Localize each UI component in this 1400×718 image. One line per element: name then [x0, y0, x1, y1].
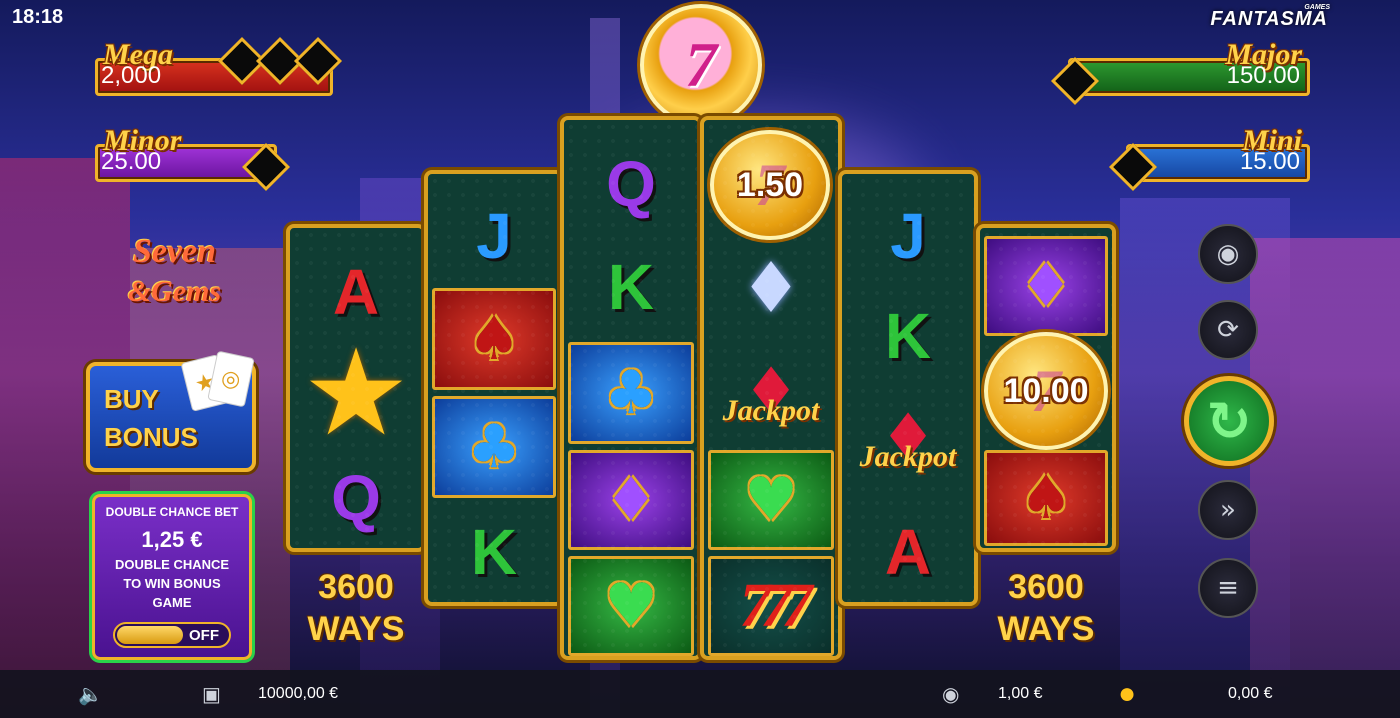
ways-label-left: 3600 WAYS [307, 568, 405, 648]
heart-symbol: ♥ [568, 556, 694, 656]
jackpot-minor-value: 25.00 [101, 148, 162, 175]
gold-coins-icon: ● [1118, 677, 1137, 710]
reel-1: A ★ Q [286, 224, 426, 552]
heart-symbol: ♥ [708, 450, 834, 550]
speaker-icon: 🔈 [78, 683, 103, 706]
coins-stack-icon: ◉ [1216, 239, 1240, 269]
diamond-symbol: ♦ [739, 247, 803, 329]
club-symbol: ♣ [432, 396, 556, 498]
reel-symbol: Q [606, 148, 656, 220]
balance-value: 10000,00 € [258, 685, 339, 702]
bet-coins-button[interactable]: ◉ [1198, 224, 1258, 284]
diamond-suit-symbol: ♦ [984, 236, 1108, 336]
reel-symbol: J [890, 200, 926, 272]
jackpot-mega: Mega 2,000 [95, 36, 343, 96]
buy-bonus-button[interactable]: BUY BONUS ★ ◎ [86, 350, 256, 472]
top-seven-coin: 7 [640, 4, 762, 126]
reel-3: Q K ♣ ♦ ♥ [560, 116, 702, 660]
cards-icon: ★ ◎ [180, 350, 256, 412]
reel-2: J ♠ ♣ K [424, 170, 564, 606]
autoplay-button[interactable]: ⟳ [1198, 300, 1258, 360]
coin-symbol: 7 10.00 [984, 332, 1108, 450]
turbo-button[interactable]: » [1198, 480, 1258, 540]
jackpot-minor: Minor 25.00 [95, 124, 291, 192]
turbo-icon: » [1220, 495, 1236, 525]
double-chance-amount: 1,25 € [141, 527, 203, 552]
spade-symbol: ♠ [984, 450, 1108, 546]
wallet-icon: ▣ [202, 683, 221, 706]
autoplay-icon: ⟳ [1217, 315, 1239, 345]
brand-logo: FANTASMA GAMES [1210, 4, 1330, 30]
coin-symbol: 7 1.50 [710, 130, 830, 240]
jackpot-symbol: ♦ Jackpot [722, 355, 820, 429]
spin-icon: ↻ [1206, 389, 1252, 453]
sound-button[interactable]: 🔈 [78, 670, 103, 718]
reel-symbol: A [884, 516, 932, 588]
ways-label-right: 3600 WAYS [997, 568, 1095, 648]
menu-button[interactable]: ≡ [1198, 558, 1258, 618]
reel-4: 7 1.50 ♦ ♦ Jackpot ♥ 777 [700, 116, 842, 660]
jackpot-mini: Mini 15.00 [1108, 124, 1310, 192]
jackpot-mega-value: 2,000 [101, 62, 162, 89]
jackpot-major-value: 150.00 [1226, 62, 1300, 89]
club-symbol: ♣ [568, 342, 694, 444]
reel-5: J K ♦ Jackpot A [838, 170, 978, 606]
diamond-suit-symbol: ♦ [568, 450, 694, 550]
game-logo: Seven &Gems [127, 233, 222, 308]
jackpot-symbol: ♦ Jackpot [859, 401, 957, 475]
reel-symbol: K [884, 300, 932, 372]
reel-symbol: K [607, 251, 655, 323]
bet-value: 1,00 € [998, 685, 1043, 702]
spin-button[interactable]: ↻ [1184, 376, 1274, 466]
star-symbol: ★ [302, 323, 410, 463]
jackpot-mini-value: 15.00 [1239, 148, 1300, 175]
win-value: 0,00 € [1228, 685, 1273, 702]
double-chance-header: DOUBLE CHANCE BET [105, 505, 239, 519]
status-clock: 18:18 [12, 6, 64, 28]
reel-symbol: Q [331, 462, 381, 534]
triple-seven-symbol: 777 [708, 556, 834, 656]
menu-icon: ≡ [1217, 573, 1239, 603]
jackpot-major: Major 150.00 [1050, 38, 1310, 106]
double-chance-desc: DOUBLE CHANCE TO WIN BONUS GAME [114, 557, 230, 610]
reel-symbol: K [470, 516, 518, 588]
coins-stack-icon: ◉ [942, 683, 960, 706]
reel-6: ♦ 7 10.00 ♠ [976, 224, 1116, 552]
double-chance-panel: DOUBLE CHANCE BET 1,25 € DOUBLE CHANCE T… [92, 494, 252, 660]
bottom-bar: 🔈 ▣ 10000,00 € ◉ 1,00 € ● 0,00 € [0, 670, 1400, 718]
reel-symbol: J [476, 200, 512, 272]
spade-symbol: ♠ [432, 288, 556, 390]
double-chance-toggle[interactable]: OFF [113, 622, 231, 648]
